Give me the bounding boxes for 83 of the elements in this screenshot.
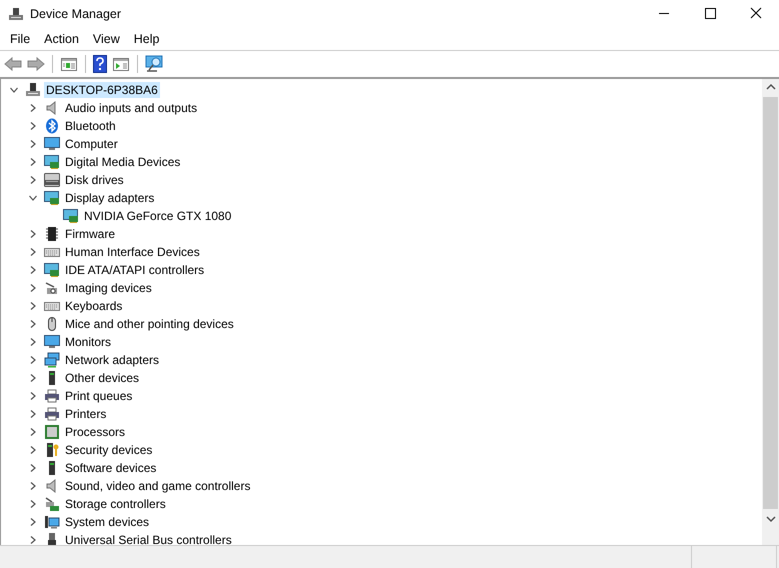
tree-item[interactable]: Human Interface Devices [63,244,202,260]
chevron-icon[interactable] [29,536,37,544]
help-icon[interactable] [93,55,107,73]
key-icon [44,442,60,458]
chevron-icon[interactable] [29,266,37,274]
tree-item[interactable]: Firmware [63,226,117,242]
graphics-card-icon [44,154,60,170]
tree-item[interactable]: Printers [63,406,108,422]
tree-item[interactable]: Network adapters [63,352,162,368]
tree-item[interactable]: Disk drives [63,172,126,188]
tree-item[interactable]: NVIDIA GeForce GTX 1080 [82,208,234,224]
tree-item[interactable]: IDE ATA/ATAPI controllers [63,262,206,278]
computer-icon [25,82,41,98]
chevron-icon[interactable] [29,302,37,310]
tree-item[interactable]: DESKTOP-6P38BA6 [44,82,160,98]
tree-item[interactable]: Universal Serial Bus controllers [63,532,234,545]
tree-item[interactable]: Imaging devices [63,280,154,296]
tree-item[interactable]: Software devices [63,460,158,476]
tree-item[interactable]: Audio inputs and outputs [63,100,200,116]
chevron-icon[interactable] [29,122,37,130]
chevron-icon[interactable] [29,518,37,526]
tree-item[interactable]: Display adapters [63,190,156,206]
tree-item[interactable]: Digital Media Devices [63,154,182,170]
chevron-icon[interactable] [29,320,37,328]
menu-item[interactable]: Help [126,30,166,48]
bluetooth-icon [44,118,60,134]
chevron-icon[interactable] [10,86,18,94]
tree-item[interactable]: Print queues [63,388,134,404]
tree-item[interactable]: Sound, video and game controllers [63,478,252,494]
scroll-thumb[interactable] [763,97,778,509]
menu-item[interactable]: View [86,30,127,48]
tree-item[interactable]: Monitors [63,334,114,350]
scrollbar[interactable] [762,79,779,545]
forward-arrow-icon[interactable] [27,56,45,72]
printer-icon [44,388,60,404]
chevron-icon[interactable] [29,104,37,112]
chevron-icon[interactable] [29,500,37,508]
tree-item[interactable]: Security devices [63,442,154,458]
update-driver-icon[interactable] [112,56,130,72]
menu-item[interactable]: File [3,30,38,48]
chevron-icon[interactable] [29,482,37,490]
tree-item[interactable]: Other devices [63,370,142,386]
chevron-icon[interactable] [29,284,37,292]
tree-item[interactable]: System devices [63,514,152,530]
chevron-icon[interactable] [29,338,37,346]
processor-icon [44,424,60,440]
disk-drive-icon [44,172,60,188]
tree-item[interactable]: Bluetooth [63,118,118,134]
chevron-icon[interactable] [29,230,37,238]
chevron-icon[interactable] [29,374,37,382]
tree-item[interactable]: Computer [63,136,120,152]
tree-item[interactable]: Storage controllers [63,496,168,512]
graphics-card-icon [44,262,60,278]
tree-item[interactable]: Keyboards [63,298,124,314]
storage-icon [44,496,60,512]
tree-item[interactable]: Processors [63,424,128,440]
app-icon [8,6,24,22]
chevron-icon[interactable] [29,464,37,472]
graphics-card-icon [63,208,79,224]
menu-item[interactable]: Action [37,30,86,48]
window-title: Device Manager [30,7,122,21]
printer-icon [44,406,60,422]
chevron-icon[interactable] [29,410,37,418]
chevron-icon[interactable] [29,194,37,202]
chevron-icon[interactable] [29,392,37,400]
chevron-icon[interactable] [29,140,37,148]
properties-icon[interactable] [60,56,78,72]
tree-item[interactable]: Mice and other pointing devices [63,316,236,332]
chevron-icon[interactable] [29,356,37,364]
monitor-icon [44,136,60,152]
monitor-icon [44,334,60,350]
chevron-icon[interactable] [29,248,37,256]
chevron-icon[interactable] [29,176,37,184]
back-arrow-icon[interactable] [4,56,22,72]
camera-icon [44,280,60,296]
system-icon [44,514,60,530]
chip-icon [44,226,60,242]
chevron-icon[interactable] [29,446,37,454]
graphics-card-icon [44,190,60,206]
chevron-icon[interactable] [29,428,37,436]
chevron-icon[interactable] [29,158,37,166]
scan-monitor-icon[interactable] [145,55,165,73]
network-icon [44,352,60,368]
